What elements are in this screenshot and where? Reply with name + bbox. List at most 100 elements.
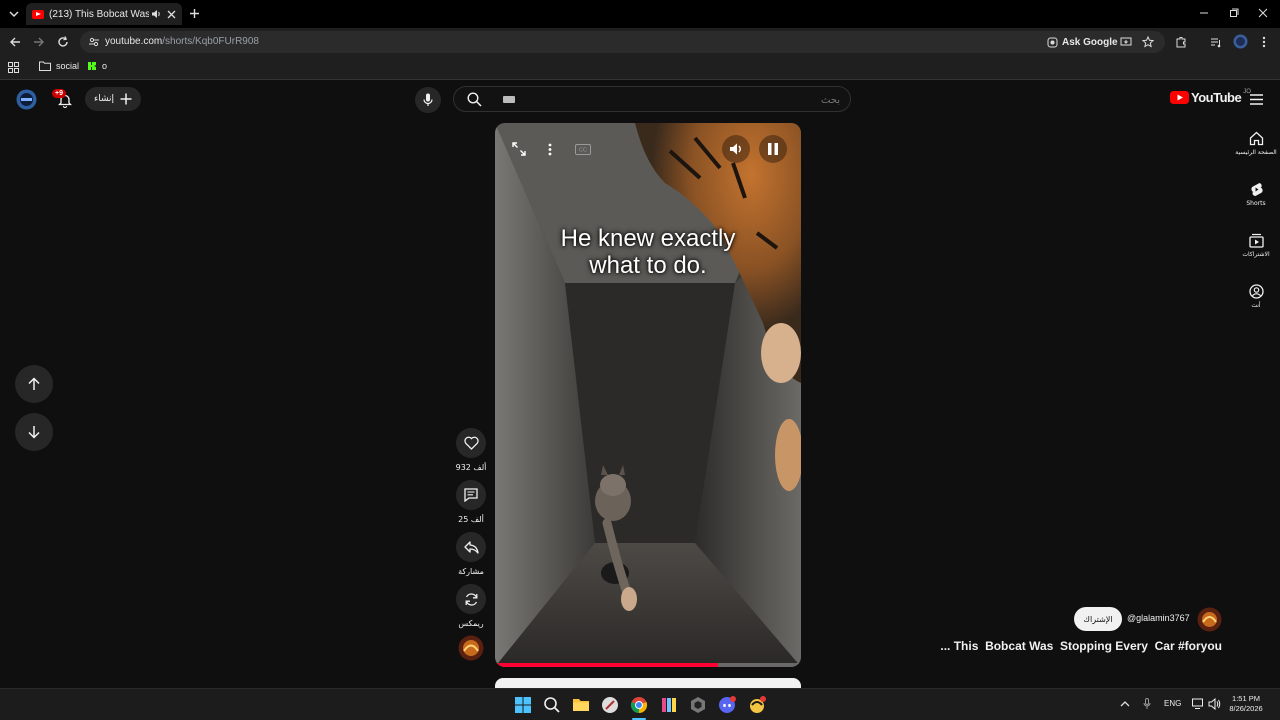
speaker-icon[interactable]: [1208, 698, 1221, 710]
remix-action[interactable]: ريمكس: [455, 584, 487, 628]
account-avatar-icon[interactable]: [16, 89, 37, 110]
next-short-button[interactable]: [15, 413, 53, 451]
short-title[interactable]: ... This Bobcat Was Stopping Every Car #…: [900, 639, 1222, 653]
language-indicator[interactable]: ENG: [1164, 699, 1181, 708]
sidenav-label: الصفحة الرئيسية: [1235, 149, 1277, 156]
remix-button[interactable]: [456, 584, 486, 614]
next-short-preview[interactable]: [495, 678, 801, 688]
address-bar[interactable]: youtube.com/shorts/Kqb0FUrR908 Ask Googl…: [80, 31, 1165, 53]
video-progress-bar[interactable]: [495, 663, 801, 667]
youtube-logo[interactable]: YouTube JO: [1170, 89, 1251, 105]
arrow-up-icon: [27, 377, 41, 391]
share-button[interactable]: [456, 532, 486, 562]
plus-icon: [120, 93, 132, 105]
tab-title: (213) This Bobcat Was Stop: [49, 8, 149, 20]
minimize-window-icon[interactable]: [1199, 8, 1209, 18]
volume-icon: [729, 142, 743, 156]
caption-line: He knew exactly: [560, 225, 736, 252]
reload-icon[interactable]: [57, 36, 69, 48]
subscribe-label: الإشتراك: [1083, 614, 1113, 624]
volume-button[interactable]: [722, 135, 750, 163]
discord-icon[interactable]: [718, 696, 736, 714]
media-controls-icon[interactable]: [1210, 36, 1222, 48]
comments-action[interactable]: 25 ألف: [455, 480, 487, 524]
share-action[interactable]: مشاركة: [455, 532, 487, 576]
more-options-icon[interactable]: [548, 143, 552, 156]
create-button[interactable]: إنشاء: [85, 87, 141, 111]
taskbar-app-icon[interactable]: [601, 696, 619, 714]
audio-playing-icon[interactable]: [151, 9, 161, 19]
guide-menu-icon[interactable]: [1250, 94, 1263, 105]
clock[interactable]: 1:51 PM 8/26/2026: [1226, 694, 1266, 714]
video-frame-image: [495, 123, 801, 667]
pause-button[interactable]: [759, 135, 787, 163]
chrome-icon[interactable]: [630, 696, 648, 720]
close-window-icon[interactable]: [1258, 8, 1268, 18]
youtube-favicon-icon: [32, 9, 44, 19]
windows-start-icon[interactable]: [514, 696, 532, 714]
browser-menu-icon[interactable]: [1262, 36, 1266, 48]
clock-time: 1:51 PM: [1232, 694, 1260, 703]
channel-avatar-small[interactable]: [458, 635, 484, 661]
subscribe-button[interactable]: الإشتراك: [1074, 607, 1122, 631]
bookmarks-bar: social o: [0, 56, 1280, 80]
fullscreen-icon[interactable]: [512, 142, 526, 156]
arrow-down-icon: [27, 425, 41, 439]
like-count: 932 ألف: [455, 463, 487, 472]
previous-short-button[interactable]: [15, 365, 53, 403]
extensions-icon[interactable]: [1175, 36, 1187, 48]
taskbar-app-2-icon[interactable]: [660, 696, 678, 714]
show-hidden-icons-icon[interactable]: [1120, 700, 1130, 708]
sidenav-shorts[interactable]: Shorts: [1232, 182, 1280, 222]
network-icon[interactable]: [1192, 698, 1205, 710]
url-text[interactable]: youtube.com/shorts/Kqb0FUrR908: [105, 36, 259, 47]
sidenav-home[interactable]: الصفحة الرئيسية: [1232, 131, 1280, 171]
share-icon: [463, 540, 479, 554]
sidenav-label: Shorts: [1246, 200, 1266, 207]
forward-arrow-icon[interactable]: [33, 36, 45, 48]
install-app-icon[interactable]: [1120, 36, 1132, 48]
voice-search-button[interactable]: [415, 87, 441, 113]
channel-avatar[interactable]: [1197, 607, 1222, 632]
shorts-icon: [1250, 182, 1263, 197]
like-action[interactable]: 932 ألف: [455, 428, 487, 472]
caption-line: what to do.: [589, 252, 707, 279]
ask-google-button[interactable]: Ask Google: [1043, 34, 1124, 50]
microphone-status-icon[interactable]: [1143, 698, 1151, 710]
sidenav-subscriptions[interactable]: الاشتراكات: [1232, 233, 1280, 273]
captions-icon[interactable]: CC: [575, 144, 591, 155]
home-icon: [1249, 131, 1264, 146]
taskbar-app-4-icon[interactable]: [748, 696, 766, 714]
browser-toolbar: youtube.com/shorts/Kqb0FUrR908 Ask Googl…: [0, 28, 1280, 56]
windows-taskbar: ENG 1:51 PM 8/26/2026: [0, 688, 1280, 720]
like-button[interactable]: [456, 428, 486, 458]
search-input[interactable]: [500, 90, 840, 110]
short-video-player[interactable]: CC He knew exactly what to do.: [495, 123, 801, 667]
youtube-logo-text: YouTube: [1191, 90, 1242, 105]
restore-window-icon[interactable]: [1229, 8, 1239, 18]
channel-handle[interactable]: @glalamin3767: [1127, 613, 1190, 623]
bookmark-folder-social[interactable]: social: [39, 61, 79, 71]
sidenav-you[interactable]: أنت: [1232, 284, 1280, 324]
tab-search-icon[interactable]: [8, 8, 20, 20]
taskbar-search-icon[interactable]: [543, 696, 561, 714]
bookmark-star-icon[interactable]: [1142, 36, 1154, 48]
close-tab-icon[interactable]: [167, 10, 176, 19]
browser-tab[interactable]: (213) This Bobcat Was Stop: [26, 3, 182, 25]
bookmark-label: social: [56, 61, 80, 71]
pause-icon: [767, 142, 779, 156]
create-label: إنشاء: [93, 94, 114, 104]
file-explorer-icon[interactable]: [572, 696, 590, 714]
new-tab-icon[interactable]: [189, 8, 200, 19]
bookmark-o[interactable]: o: [87, 61, 107, 71]
taskbar-app-3-icon[interactable]: [689, 696, 707, 714]
back-arrow-icon[interactable]: [9, 36, 21, 48]
apps-grid-icon[interactable]: [8, 62, 19, 73]
you-icon: [1248, 284, 1264, 299]
site-info-icon[interactable]: [88, 36, 100, 48]
search-icon[interactable]: [467, 92, 482, 107]
profile-avatar-icon[interactable]: [1233, 34, 1248, 49]
comments-button[interactable]: [456, 480, 486, 510]
video-progress-fill: [495, 663, 719, 667]
remix-icon: [464, 592, 479, 607]
